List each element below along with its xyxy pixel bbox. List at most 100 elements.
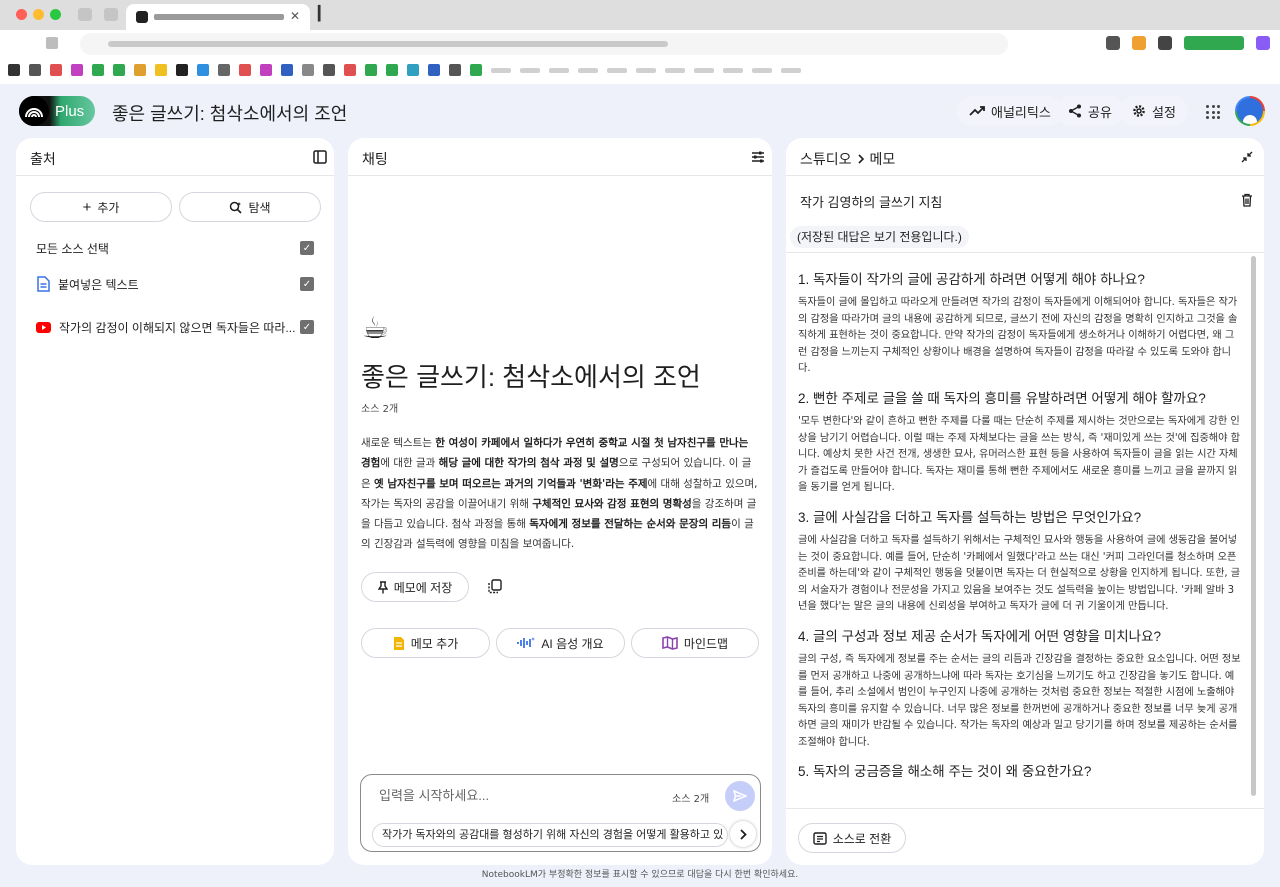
bookmark-icon[interactable] <box>407 64 419 76</box>
close-window-icon[interactable] <box>16 9 27 20</box>
pin-icon <box>377 580 388 593</box>
bookmark-icon[interactable] <box>470 64 482 76</box>
collapse-panel-icon[interactable] <box>313 150 327 164</box>
navigation-buttons[interactable] <box>46 37 58 49</box>
add-note-button[interactable]: 메모 추가 <box>361 628 490 658</box>
pinned-tab[interactable] <box>104 8 118 21</box>
bookmark-icon[interactable] <box>8 64 20 76</box>
bookmark-label-blurred[interactable] <box>578 67 598 73</box>
source-checkbox[interactable]: ✓ <box>300 277 314 291</box>
select-all-sources-row[interactable]: 모든 소스 선택 ✓ <box>36 237 314 259</box>
copy-icon[interactable] <box>488 579 502 594</box>
convert-to-source-button[interactable]: 소스로 전환 <box>798 823 906 853</box>
bookmark-icon[interactable] <box>71 64 83 76</box>
bookmark-icon[interactable] <box>428 64 440 76</box>
bookmark-label-blurred[interactable] <box>723 67 743 73</box>
breadcrumb-studio[interactable]: 스튜디오 <box>800 149 852 169</box>
minimize-window-icon[interactable] <box>33 9 44 20</box>
source-label: 작가의 감정이 이해되지 않으면 독자들은 따라... <box>59 320 296 335</box>
next-suggestion-button[interactable] <box>730 821 756 847</box>
bookmark-icon[interactable] <box>29 64 41 76</box>
avatar[interactable] <box>1235 96 1265 126</box>
bookmark-icon[interactable] <box>218 64 230 76</box>
bookmark-icon[interactable] <box>365 64 377 76</box>
bookmark-icon[interactable] <box>260 64 272 76</box>
chat-panel-title: 채팅 <box>362 151 388 167</box>
add-source-button[interactable]: + 추가 <box>30 192 172 222</box>
bookmark-label-blurred[interactable] <box>752 67 772 73</box>
qa-answer: '모두 변한다'와 같이 흔하고 뻔한 주제를 다룰 때는 단순히 주제를 제시… <box>798 415 1240 494</box>
add-source-label: 추가 <box>97 200 120 215</box>
note-scrollbar[interactable] <box>1251 256 1256 796</box>
studio-divider <box>786 252 1264 253</box>
reload-icon[interactable] <box>46 37 58 49</box>
source-item[interactable]: 작가의 감정이 이해되지 않으면 독자들은 따라... ✓ <box>36 316 314 338</box>
bookmark-icon[interactable] <box>344 64 356 76</box>
chat-input[interactable] <box>379 788 629 803</box>
qa-answer: 글에 사실감을 더하고 독자를 설득하기 위해서는 구체적인 묘사와 행동을 사… <box>798 534 1241 613</box>
summary-text: 에 대한 글과 <box>380 457 439 470</box>
google-apps-icon[interactable] <box>1206 105 1220 119</box>
extension-icon[interactable] <box>1106 36 1120 50</box>
explore-sources-button[interactable]: 탐색 <box>179 192 321 222</box>
bookmark-label-blurred[interactable] <box>781 67 801 73</box>
tab-close-icon[interactable]: ✕ <box>290 9 300 23</box>
mind-map-button[interactable]: 마인드맵 <box>631 628 759 658</box>
bookmark-icon[interactable] <box>239 64 251 76</box>
bookmark-icon[interactable] <box>302 64 314 76</box>
note-title[interactable]: 작가 김영하의 글쓰기 지침 <box>800 192 942 211</box>
settings-button[interactable]: 설정 <box>1120 96 1188 126</box>
select-all-checkbox[interactable]: ✓ <box>300 241 314 255</box>
active-browser-tab[interactable]: ✕ <box>126 4 310 30</box>
bookmark-icon[interactable] <box>155 64 167 76</box>
bookmark-label-blurred[interactable] <box>549 67 569 73</box>
bookmark-icon[interactable] <box>449 64 461 76</box>
extension-icon[interactable] <box>1184 36 1244 50</box>
new-tab-icon[interactable]: ▎ <box>318 6 329 22</box>
share-button[interactable]: 공유 <box>1056 96 1124 126</box>
bookmark-icon[interactable] <box>386 64 398 76</box>
plus-badge: Plus <box>55 102 85 120</box>
window-controls[interactable] <box>16 9 61 20</box>
extension-icon[interactable] <box>1132 36 1146 50</box>
gear-icon <box>1133 105 1145 117</box>
suggested-question-chip[interactable]: 작가가 독자와의 공감대를 형성하기 위해 자신의 경험을 어떻게 활용하고 있 <box>372 823 728 847</box>
source-item[interactable]: 붙여넣은 텍스트 ✓ <box>36 273 314 295</box>
bookmark-label-blurred[interactable] <box>665 67 685 73</box>
chat-panel-header: 채팅 <box>348 138 772 176</box>
save-to-note-button[interactable]: 메모에 저장 <box>361 572 469 602</box>
tune-icon[interactable] <box>751 150 765 164</box>
bookmark-label-blurred[interactable] <box>636 67 656 73</box>
bookmark-icon[interactable] <box>92 64 104 76</box>
qa-question: 5. 독자의 궁금증을 해소해 주는 것이 왜 중요한가요? <box>798 764 1092 780</box>
gemini-icon[interactable] <box>1256 36 1270 50</box>
qa-item: 5. 독자의 궁금증을 해소해 주는 것이 왜 중요한가요? <box>798 760 1243 780</box>
source-checkbox[interactable]: ✓ <box>300 320 314 334</box>
bookmark-label-blurred[interactable] <box>520 67 540 73</box>
studio-panel: 스튜디오 메모 작가 김영하의 글쓰기 지침 (저장된 대답은 보기 전용입니다… <box>786 138 1264 865</box>
send-button[interactable] <box>725 781 755 811</box>
trash-icon[interactable] <box>1241 193 1253 207</box>
bookmark-icon[interactable] <box>176 64 188 76</box>
url-field[interactable] <box>80 33 1008 55</box>
collapse-icon[interactable] <box>1241 151 1253 163</box>
mind-map-label: 마인드맵 <box>683 636 729 651</box>
youtube-icon <box>36 321 51 333</box>
bookmark-icon[interactable] <box>113 64 125 76</box>
qa-question: 3. 글에 사실감을 더하고 독자를 설득하는 방법은 무엇인가요? <box>798 509 1142 525</box>
notebook-title[interactable]: 좋은 글쓰기: 첨삭소에서의 조언 <box>112 100 347 126</box>
audio-overview-button[interactable]: AI 음성 개요 <box>496 628 625 658</box>
maximize-window-icon[interactable] <box>50 9 61 20</box>
bookmark-icon[interactable] <box>134 64 146 76</box>
extension-icon[interactable] <box>1158 36 1172 50</box>
bookmark-label-blurred[interactable] <box>607 67 627 73</box>
bookmark-label-blurred[interactable] <box>694 67 714 73</box>
analytics-button[interactable]: 애널리틱스 <box>957 96 1063 126</box>
bookmark-icon[interactable] <box>323 64 335 76</box>
bookmark-icon[interactable] <box>197 64 209 76</box>
bookmark-icon[interactable] <box>50 64 62 76</box>
bookmark-icon[interactable] <box>281 64 293 76</box>
notebooklm-logo[interactable]: Plus <box>19 96 95 126</box>
pinned-tab[interactable] <box>78 8 92 21</box>
bookmark-label-blurred[interactable] <box>491 67 511 73</box>
